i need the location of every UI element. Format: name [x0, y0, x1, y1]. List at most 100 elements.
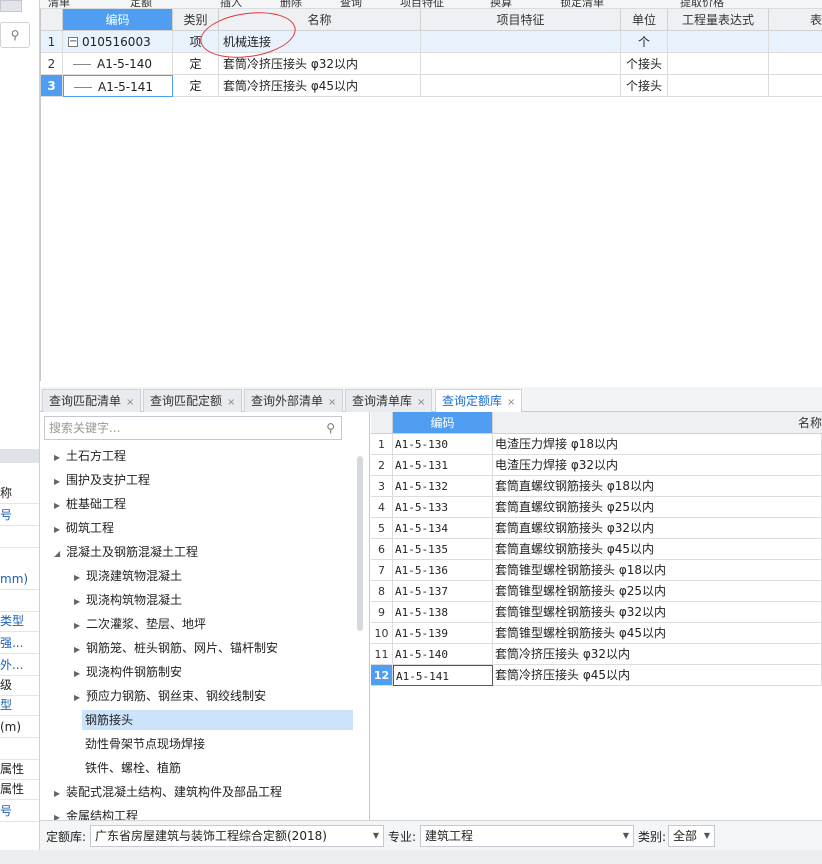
tree-node-expanded[interactable]: ◢ 混凝土及钢筋混凝土工程	[54, 540, 198, 564]
quota-name[interactable]: 套筒冷挤压接头 φ45以内	[493, 665, 822, 686]
toolbar-item[interactable]: 定额	[130, 0, 152, 8]
quota-code[interactable]: A1-5-140	[393, 644, 493, 665]
property-row[interactable]: 外...	[0, 654, 39, 676]
quota-code[interactable]: A1-5-141	[393, 665, 493, 686]
quota-name[interactable]: 套筒直螺纹钢筋接头 φ25以内	[493, 497, 822, 518]
quota-code[interactable]: A1-5-132	[393, 476, 493, 497]
quota-code[interactable]: A1-5-137	[393, 581, 493, 602]
major-select[interactable]: 建筑工程 ▼	[420, 825, 634, 847]
category-select[interactable]: 全部 ▼	[668, 825, 715, 847]
collapse-handle[interactable]	[0, 0, 22, 12]
quota-name[interactable]: 套筒锥型螺栓钢筋接头 φ25以内	[493, 581, 822, 602]
quota-name[interactable]: 套筒锥型螺栓钢筋接头 φ45以内	[493, 623, 822, 644]
expand-arrow-icon[interactable]: ▶	[74, 662, 84, 686]
row-number[interactable]: 10	[371, 623, 393, 644]
more-cell[interactable]	[769, 75, 822, 97]
feature-cell[interactable]	[421, 75, 621, 97]
tree-node[interactable]: 劲性骨架节点现场焊接	[85, 732, 205, 756]
quota-header-code[interactable]: 编码	[393, 412, 493, 434]
property-row[interactable]: 号	[0, 504, 39, 526]
tree-node[interactable]: ▶ 土石方工程	[54, 444, 126, 468]
code-cell[interactable]: −010516003	[63, 31, 173, 53]
search-icon[interactable]: ⚲	[0, 22, 30, 48]
tree-node[interactable]: 铁件、螺栓、植筋	[85, 756, 181, 780]
tab-external-bill[interactable]: 查询外部清单 ×	[244, 389, 344, 412]
collapse-icon[interactable]: −	[68, 36, 78, 47]
tree-node[interactable]: ▶ 现浇构件钢筋制安	[74, 660, 182, 684]
row-number[interactable]: 1	[371, 434, 393, 455]
close-icon[interactable]: ×	[227, 397, 235, 408]
expression-cell[interactable]	[668, 31, 769, 53]
expand-arrow-icon[interactable]: ▶	[54, 782, 64, 806]
tree-node[interactable]: ▶ 金属结构工程	[54, 804, 138, 820]
row-number[interactable]: 2	[41, 53, 63, 75]
expand-arrow-icon[interactable]: ▶	[74, 614, 84, 638]
close-icon[interactable]: ×	[417, 397, 425, 408]
expand-arrow-icon[interactable]: ▶	[54, 806, 64, 820]
code-cell[interactable]: A1-5-140	[63, 53, 173, 75]
property-row[interactable]: 强...	[0, 632, 39, 654]
tree-node[interactable]: ▶ 现浇构筑物混凝土	[74, 588, 182, 612]
toolbar-item[interactable]: 提取价格	[680, 0, 724, 8]
code-cell-selected[interactable]: A1-5-141	[63, 75, 173, 97]
tree-node[interactable]: ▶ 钢筋笼、桩头钢筋、网片、锚杆制安	[74, 636, 278, 660]
quota-name[interactable]: 套筒直螺纹钢筋接头 φ18以内	[493, 476, 822, 497]
quota-code[interactable]: A1-5-135	[393, 539, 493, 560]
row-number[interactable]: 6	[371, 539, 393, 560]
tab-quota-library[interactable]: 查询定额库 ×	[435, 389, 523, 413]
unit-cell[interactable]: 个接头	[621, 75, 668, 97]
row-number[interactable]: 9	[371, 602, 393, 623]
feature-cell[interactable]	[421, 53, 621, 75]
expand-arrow-icon[interactable]: ▶	[74, 590, 84, 614]
quota-name[interactable]: 套筒直螺纹钢筋接头 φ32以内	[493, 518, 822, 539]
toolbar-item[interactable]: 锁定清单	[560, 0, 604, 8]
grid-header-expression[interactable]: 工程量表达式	[668, 9, 769, 31]
quota-code[interactable]: A1-5-139	[393, 623, 493, 644]
tree-node[interactable]: ▶ 桩基础工程	[54, 492, 126, 516]
quota-code[interactable]: A1-5-130	[393, 434, 493, 455]
quota-name[interactable]: 套筒锥型螺栓钢筋接头 φ18以内	[493, 560, 822, 581]
row-number[interactable]: 8	[371, 581, 393, 602]
collapse-arrow-icon[interactable]: ◢	[54, 542, 64, 566]
more-cell[interactable]	[769, 53, 822, 75]
toolbar-item[interactable]: 插入	[220, 0, 242, 8]
toolbar-item[interactable]: 项目特征	[400, 0, 444, 8]
unit-cell[interactable]: 个	[621, 31, 668, 53]
toolbar-item[interactable]: 删除	[280, 0, 302, 8]
row-number-selected[interactable]: 3	[41, 75, 63, 97]
toolbar-item[interactable]: 清单	[48, 0, 70, 8]
row-number[interactable]: 4	[371, 497, 393, 518]
quota-name[interactable]: 套筒锥型螺栓钢筋接头 φ32以内	[493, 602, 822, 623]
more-cell[interactable]	[769, 31, 822, 53]
unit-cell[interactable]: 个接头	[621, 53, 668, 75]
row-number-selected[interactable]: 12	[371, 665, 393, 686]
type-cell[interactable]: 定	[173, 53, 219, 75]
quota-name[interactable]: 套筒冷挤压接头 φ32以内	[493, 644, 822, 665]
expand-arrow-icon[interactable]: ▶	[74, 686, 84, 710]
tree-node-selected[interactable]: 钢筋接头	[82, 710, 353, 730]
property-row[interactable]: mm)	[0, 568, 39, 590]
expand-arrow-icon[interactable]: ▶	[54, 446, 64, 470]
quota-code[interactable]: A1-5-134	[393, 518, 493, 539]
grid-header-more[interactable]: 表	[769, 9, 822, 31]
close-icon[interactable]: ×	[328, 397, 336, 408]
row-number[interactable]: 1	[41, 31, 63, 53]
quota-name[interactable]: 电渣压力焊接 φ18以内	[493, 434, 822, 455]
feature-cell[interactable]	[421, 31, 621, 53]
close-icon[interactable]: ×	[507, 397, 515, 408]
property-row[interactable]: 号	[0, 800, 39, 822]
tree-node[interactable]: ▶ 现浇建筑物混凝土	[74, 564, 182, 588]
property-row[interactable]: 类型	[0, 610, 39, 632]
search-input[interactable]: 搜索关键字... ⚲	[44, 416, 342, 440]
expand-arrow-icon[interactable]: ▶	[54, 470, 64, 494]
tree-node[interactable]: ▶ 砌筑工程	[54, 516, 114, 540]
expand-arrow-icon[interactable]: ▶	[54, 494, 64, 518]
quota-code[interactable]: A1-5-131	[393, 455, 493, 476]
tree-node[interactable]: ▶ 围护及支护工程	[54, 468, 150, 492]
grid-header-code[interactable]: 编码	[63, 9, 173, 31]
expand-arrow-icon[interactable]: ▶	[54, 518, 64, 542]
grid-header-feature[interactable]: 项目特征	[421, 9, 621, 31]
search-icon[interactable]: ⚲	[326, 417, 335, 439]
quota-name[interactable]: 套筒直螺纹钢筋接头 φ45以内	[493, 539, 822, 560]
quota-code[interactable]: A1-5-136	[393, 560, 493, 581]
